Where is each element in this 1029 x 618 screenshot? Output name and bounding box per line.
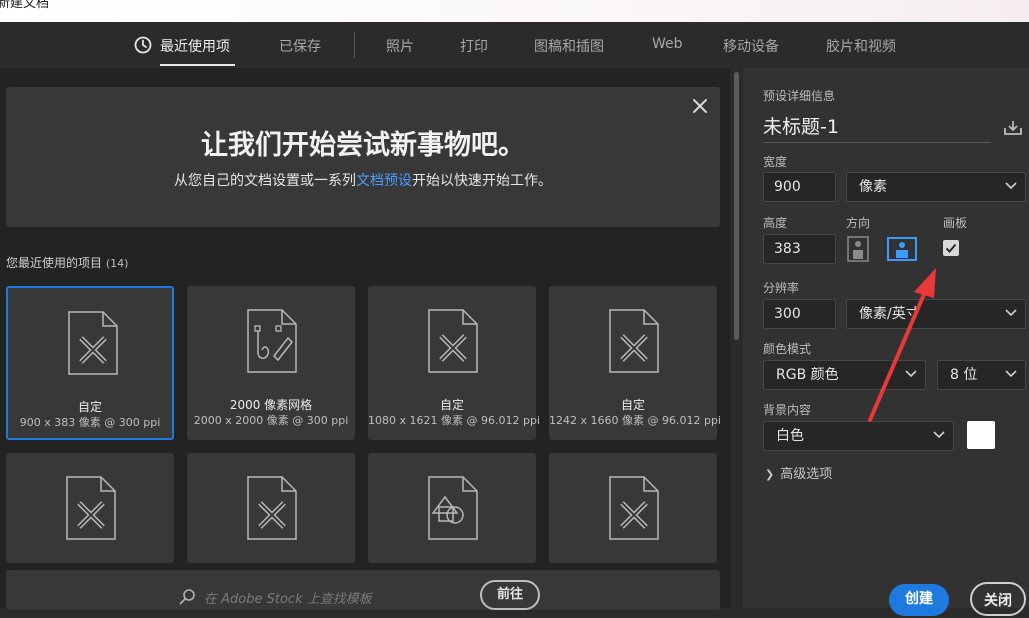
recent-item-name: 2000 像素网格	[229, 398, 313, 412]
advanced-options-toggle[interactable]: ❯ 高级选项	[765, 463, 832, 482]
preset-tab-bar: 最近使用项 已保存 照片 打印 图稿和插图 Web 移动设备 胶片和视频	[0, 22, 1029, 68]
recent-item-size: 900 x 383 像素 @ 300 ppi	[19, 416, 161, 429]
pencil-ruler-doc-icon	[66, 476, 116, 540]
chevron-down-icon	[1005, 182, 1017, 190]
width-unit-value: 像素	[859, 179, 887, 195]
pencil-ruler-doc-icon	[68, 311, 118, 375]
welcome-banner: 让我们开始尝试新事物吧。 从您自己的文档设置或一系列文档预设开始以快速开始工作。	[6, 87, 720, 227]
scrollbar-thumb[interactable]	[734, 72, 739, 340]
pencil-ruler-doc-icon	[247, 476, 297, 540]
go-button[interactable]: 前往	[480, 580, 540, 610]
resolution-unit-value: 像素/英寸	[859, 306, 920, 322]
width-input[interactable]: 900	[763, 172, 836, 202]
banner-subtitle: 从您自己的文档设置或一系列文档预设开始以快速开始工作。	[6, 170, 720, 190]
tab-photo[interactable]: 照片	[386, 36, 414, 56]
clock-icon	[134, 36, 152, 54]
document-name-field[interactable]: 未标题-1	[763, 112, 991, 143]
recent-item-card[interactable]	[549, 453, 717, 563]
recent-item-size: 1242 x 1660 像素 @ 96.012 ppi	[549, 414, 721, 427]
width-unit-select[interactable]: 像素	[846, 172, 1026, 202]
tab-web[interactable]: Web	[652, 36, 683, 52]
recent-item-card[interactable]: 自定 1080 x 1621 像素 @ 96.012 ppi	[368, 286, 540, 440]
pen-path-doc-icon	[247, 309, 297, 373]
resolution-label: 分辨率	[763, 281, 800, 295]
background-label: 背景内容	[763, 403, 812, 417]
background-color-swatch[interactable]	[967, 421, 995, 449]
banner-subtitle-text-end: 开始以快速开始工作。	[412, 173, 552, 189]
pencil-ruler-doc-icon	[609, 476, 659, 540]
pencil-ruler-doc-icon	[428, 309, 478, 373]
stock-search-input[interactable]: 在 Adobe Stock 上查找模板	[204, 588, 372, 607]
recent-item-card[interactable]	[6, 453, 174, 563]
recent-items-heading: 您最近使用的项目 (14)	[6, 254, 128, 271]
close-button[interactable]: 关闭	[970, 582, 1026, 616]
search-icon	[179, 589, 195, 605]
banner-subtitle-text: 从您自己的文档设置或一系列	[174, 173, 356, 189]
recent-item-card[interactable]: 自定 900 x 383 像素 @ 300 ppi	[6, 286, 174, 440]
chevron-down-icon	[1005, 370, 1017, 378]
create-button[interactable]: 创建	[889, 584, 949, 616]
recent-item-card[interactable]	[187, 453, 355, 563]
preset-details-label: 预设详细信息	[763, 89, 836, 103]
shapes-doc-icon	[428, 476, 478, 540]
document-presets-link[interactable]: 文档预设	[356, 173, 412, 189]
bit-depth-value: 8 位	[950, 367, 978, 383]
background-select[interactable]: 白色	[763, 421, 954, 451]
tab-print[interactable]: 打印	[460, 36, 488, 56]
tab-art-illustration[interactable]: 图稿和插图	[534, 36, 604, 56]
scrollbar[interactable]	[733, 68, 741, 608]
close-icon[interactable]	[691, 97, 709, 115]
recent-item-card[interactable]	[368, 453, 536, 563]
recent-item-card[interactable]: 自定 1242 x 1660 像素 @ 96.012 ppi	[549, 286, 721, 440]
recent-item-card[interactable]: 2000 像素网格 2000 x 2000 像素 @ 300 ppi	[187, 286, 355, 440]
recent-items-count: (14)	[105, 257, 129, 270]
resolution-unit-select[interactable]: 像素/英寸	[846, 299, 1026, 329]
recent-item-size: 1080 x 1621 像素 @ 96.012 ppi	[368, 414, 540, 427]
chevron-down-icon	[933, 431, 945, 439]
window-title: 新建文档	[0, 0, 50, 11]
portrait-orientation-icon[interactable]	[847, 236, 869, 262]
height-label: 高度	[763, 216, 788, 230]
resolution-input[interactable]: 300	[763, 299, 836, 329]
save-preset-icon[interactable]	[1003, 120, 1023, 136]
landscape-orientation-icon[interactable]	[887, 236, 917, 262]
recent-item-name: 自定	[620, 398, 645, 412]
recent-items-pane: 让我们开始尝试新事物吧。 从您自己的文档设置或一系列文档预设开始以快速开始工作。…	[0, 68, 730, 610]
chevron-down-icon	[1005, 309, 1017, 317]
bit-depth-select[interactable]: 8 位	[937, 360, 1026, 390]
tab-recent[interactable]: 最近使用项	[160, 36, 230, 56]
preset-details-panel: 预设详细信息 未标题-1 宽度 900 像素 高度 方向 画板 383 分辨率 …	[743, 68, 1029, 616]
tab-divider	[354, 32, 355, 58]
recent-item-size: 2000 x 2000 像素 @ 300 ppi	[193, 414, 349, 427]
pencil-ruler-doc-icon	[609, 309, 659, 373]
chevron-right-icon: ❯	[765, 468, 775, 481]
width-label: 宽度	[763, 155, 788, 169]
tab-mobile[interactable]: 移动设备	[723, 36, 779, 56]
tab-film-video[interactable]: 胶片和视频	[826, 36, 896, 56]
background-value: 白色	[776, 428, 804, 444]
window-titlebar: 新建文档	[0, 0, 1029, 22]
orientation-label: 方向	[846, 216, 871, 230]
artboard-label: 画板	[943, 216, 968, 230]
check-icon	[945, 243, 957, 253]
color-mode-select[interactable]: RGB 颜色	[763, 360, 926, 390]
advanced-options-label: 高级选项	[780, 467, 833, 482]
banner-title: 让我们开始尝试新事物吧。	[201, 130, 525, 161]
recent-item-name: 自定	[77, 400, 102, 414]
recent-item-name: 自定	[439, 398, 464, 412]
color-mode-label: 颜色模式	[763, 342, 812, 356]
color-mode-value: RGB 颜色	[776, 367, 839, 383]
height-input[interactable]: 383	[763, 234, 836, 264]
artboard-checkbox[interactable]	[943, 240, 959, 256]
recent-items-label: 您最近使用的项目	[6, 256, 103, 270]
active-tab-indicator	[160, 64, 235, 66]
tab-saved[interactable]: 已保存	[279, 36, 321, 56]
chevron-down-icon	[905, 370, 917, 378]
stock-search-bar: 在 Adobe Stock 上查找模板 前往	[6, 570, 720, 610]
